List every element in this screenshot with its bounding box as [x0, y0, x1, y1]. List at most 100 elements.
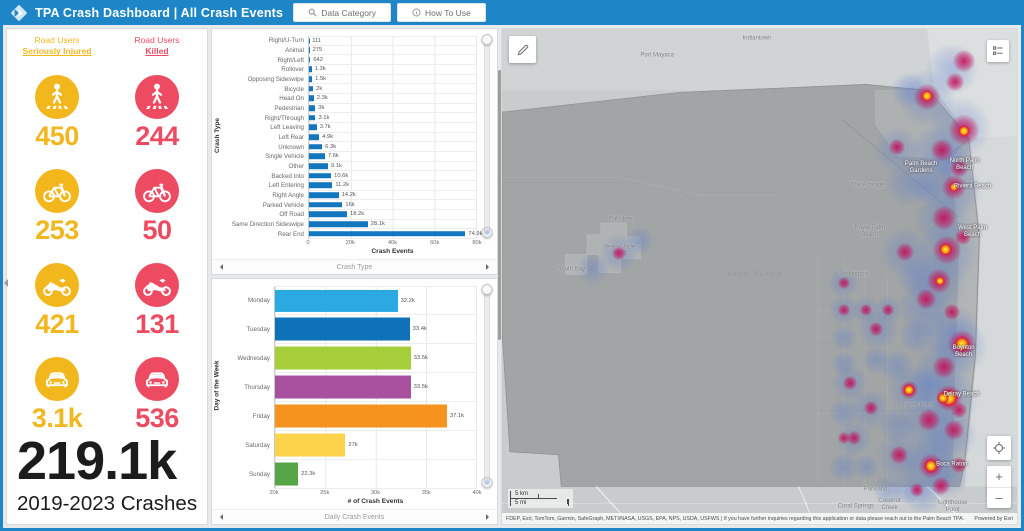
bar-opposing-sideswipe[interactable] — [309, 76, 312, 82]
bar-backed-into[interactable] — [309, 173, 331, 179]
pager-prev-arrow[interactable] — [220, 514, 223, 520]
bar-value-label: 2.3k — [315, 95, 328, 101]
bar-rear-end[interactable] — [309, 231, 465, 237]
bicycle-injured-icon — [35, 169, 79, 213]
bar-single-vehicle[interactable] — [309, 154, 325, 160]
bicycle-injured-value: 253 — [35, 215, 79, 246]
daily-crash-pager-label: Daily Crash Events — [325, 514, 385, 521]
bar-unknown[interactable] — [309, 144, 322, 150]
stat-row-pedestrian: 450 244 — [7, 75, 207, 152]
category-label: Right/Left — [222, 55, 308, 65]
page-title: TPA Crash Dashboard | All Crash Events — [35, 6, 283, 20]
seriously-injured-header: Road Users Seriously Injured — [7, 35, 107, 58]
chart-bar-row: Same Direction Sideswipe28.1k — [222, 220, 477, 230]
category-label: Head On — [222, 94, 308, 104]
bar-left-rear[interactable] — [309, 134, 319, 140]
chart-bar-row: Sunday22.3k — [222, 460, 477, 489]
bar-parked-vehicle[interactable] — [309, 202, 342, 208]
attribution-text: FDEP, Esri, TomTom, Garmin, SafeGraph, M… — [506, 516, 964, 522]
chart-bar-row: Right Angle14.2k — [222, 191, 477, 201]
daily-crash-x-axis-title: # of Crash Events — [274, 498, 477, 509]
bar-value-label: 37.1k — [448, 413, 464, 419]
x-tick-label: 20k — [269, 490, 278, 496]
crash-type-range-slider[interactable] — [484, 38, 490, 234]
charts-panel: Crash Type Right/U-Turn111Animal275Right… — [211, 28, 498, 525]
bar-thursday[interactable] — [275, 376, 411, 399]
crash-type-chart-card: Crash Type Right/U-Turn111Animal275Right… — [211, 28, 498, 275]
sketch-tool-button[interactable] — [509, 36, 536, 63]
data-category-button[interactable]: Data Category — [293, 3, 391, 22]
map-zoom-controls: + – — [987, 466, 1011, 508]
x-tick-label: 40k — [388, 240, 397, 246]
zoom-out-button[interactable]: – — [987, 488, 1011, 509]
bar-value-label: 642 — [311, 57, 323, 63]
x-tick-label: 60k — [430, 240, 439, 246]
crash-type-x-axis: 020k40k60k80k — [308, 239, 477, 248]
bar-tuesday[interactable] — [275, 318, 410, 341]
bar-head-on[interactable] — [309, 96, 314, 102]
bar-sunday[interactable] — [275, 463, 298, 486]
daily-crash-x-axis: 20k25k30k35k40k — [274, 489, 477, 498]
zoom-in-button[interactable]: + — [987, 466, 1011, 488]
bar-wednesday[interactable] — [275, 347, 411, 370]
bar-left-leaving[interactable] — [309, 125, 317, 131]
bar-left-entering[interactable] — [309, 183, 332, 189]
legend-button[interactable] — [987, 40, 1009, 62]
map-panel[interactable]: IndiantownPort MayacaPahokeeBelle GladeS… — [501, 28, 1018, 525]
data-category-label: Data Category — [321, 8, 376, 18]
tpa-logo-icon — [9, 3, 29, 23]
bar-rollover[interactable] — [309, 67, 312, 73]
powered-by-esri: Powered by Esri — [966, 516, 1013, 522]
bar-value-label: 1.5k — [313, 76, 326, 82]
map-scalebar: 5 km 5 mi — [508, 489, 573, 508]
chart-bar-row: Rollover1.3k — [222, 65, 477, 75]
bar-animal[interactable] — [309, 47, 310, 53]
chart-bar-row: Parked Vehicle16k — [222, 200, 477, 210]
bar-bicycle[interactable] — [309, 86, 313, 92]
motorcycle-killed-icon — [135, 263, 179, 307]
bar-same-direction-sideswipe[interactable] — [309, 221, 368, 227]
bar-value-label: 2k — [314, 86, 322, 92]
charts-scrollbar[interactable] — [498, 70, 501, 340]
category-label: Left Entering — [222, 181, 308, 191]
locate-me-button[interactable] — [987, 436, 1011, 460]
bar-value-label: 16k — [343, 202, 354, 208]
pager-next-arrow[interactable] — [486, 514, 489, 520]
collapse-panel-arrow[interactable] — [4, 279, 8, 287]
how-to-use-button[interactable]: How To Use — [397, 3, 486, 22]
pager-next-arrow[interactable] — [486, 264, 489, 270]
bar-right-angle[interactable] — [309, 192, 339, 198]
category-label: Saturday — [222, 431, 274, 460]
chart-bar-row: Single Vehicle7.6k — [222, 152, 477, 162]
chart-bar-row: Monday32.2k — [222, 286, 477, 315]
bar-value-label: 18.2k — [348, 211, 364, 217]
bar-off-road[interactable] — [309, 212, 347, 218]
pager-prev-arrow[interactable] — [220, 264, 223, 270]
daily-crash-range-slider[interactable] — [484, 288, 490, 484]
bar-value-label: 3k — [316, 105, 324, 111]
bar-pedestrian[interactable] — [309, 105, 315, 111]
category-label: Left Leaving — [222, 123, 308, 133]
x-tick-label: 20k — [346, 240, 355, 246]
bar-value-label: 10.6k — [332, 173, 348, 179]
bar-saturday[interactable] — [275, 434, 345, 457]
bar-right-left[interactable] — [309, 57, 310, 63]
bar-value-label: 22.3k — [299, 471, 315, 477]
bar-friday[interactable] — [275, 405, 447, 428]
locate-icon — [992, 441, 1006, 455]
bar-other[interactable] — [309, 163, 328, 169]
x-tick-label: 35k — [422, 490, 431, 496]
app-header: TPA Crash Dashboard | All Crash Events D… — [3, 0, 1021, 25]
bar-value-label: 14.2k — [340, 192, 356, 198]
x-tick-label: 0 — [306, 240, 309, 246]
motorcycle-injured-icon — [35, 263, 79, 307]
bar-value-label: 9.1k — [329, 163, 342, 169]
pedestrian-killed-value: 244 — [135, 121, 179, 152]
bar-value-label: 27k — [346, 442, 357, 448]
chart-bar-row: Left Rear4.9k — [222, 133, 477, 143]
chart-bar-row: Animal275 — [222, 46, 477, 56]
bicycle-killed-icon — [135, 169, 179, 213]
bar-right-through[interactable] — [309, 115, 315, 121]
category-label: Backed Into — [222, 171, 308, 181]
bar-monday[interactable] — [275, 289, 398, 311]
